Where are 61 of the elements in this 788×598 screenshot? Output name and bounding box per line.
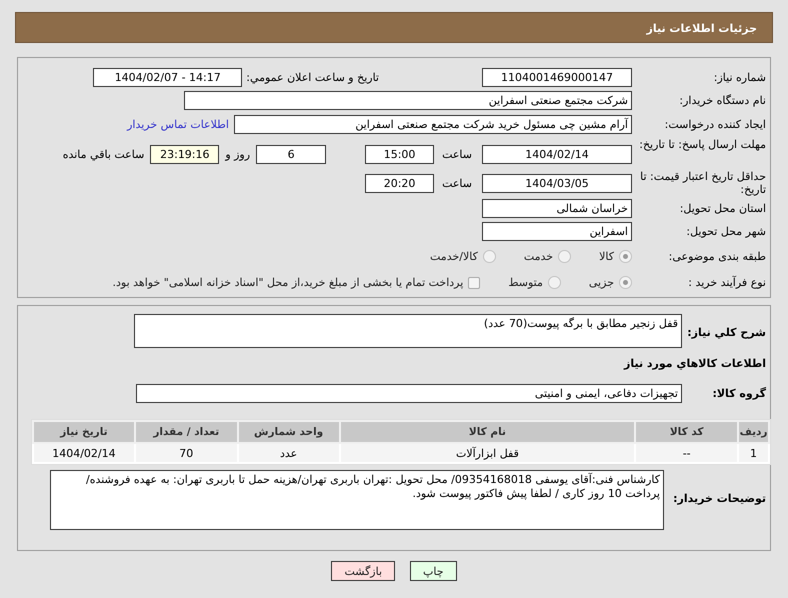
table-cell: 1 [738,443,769,463]
input-field[interactable]: 1404/02/14 [482,144,632,164]
field-label: شهر محل تحویل: [685,224,766,238]
option-label: کالا [599,250,614,262]
field-label: ساعت باقي مانده [62,148,144,160]
column-header: واحد شمارش [238,421,340,443]
input-field[interactable]: 20:20 [365,174,434,192]
input-field[interactable]: 1404/02/07 - 14:17 [93,68,242,86]
field-label: شماره نیاز: [712,70,766,84]
print-button[interactable]: چاپ [410,561,457,581]
field-label: طبقه بندی موضوعی: [668,250,766,262]
field-label: مهلت ارسال پاسخ: تا تاریخ: [638,138,766,151]
table-cell: -- [635,443,738,463]
page-title: جزئیات اطلاعات نیاز [646,22,757,35]
field-label: ساعت [442,148,472,160]
field-label: تاریخ و ساعت اعلان عمومي: [246,70,379,84]
column-header: تعداد / مقدار [134,421,238,443]
checkbox[interactable] [468,276,480,288]
radio-button[interactable] [482,250,496,262]
option-label: جزیی [588,276,614,289]
input-field[interactable]: آرام مشین چی مسئول خرید شرکت مجتمع صنعتی اسفراین [234,115,632,134]
radio-button[interactable] [619,250,632,262]
radio-button[interactable] [558,250,572,262]
column-header: ردیف [738,421,769,443]
input-field[interactable]: 23:19:16 [150,144,220,164]
checkbox-label: پرداخت تمام یا بخشی از مبلغ خرید،از محل "اسناد خزانه اسلامی" خواهد بود. [112,276,464,289]
input-field[interactable]: تجهیزات دفاعی، ایمنی و امنیتی [136,384,682,403]
table-cell: قفل ابزارآلات [340,443,636,463]
field-label: حداقل تاریخ اعتبار قیمت: تا تاریخ: [639,170,766,196]
input-field[interactable]: 1404/03/05 [482,174,632,192]
option-label: متوسط [508,276,543,289]
field-label: نام دستگاه خریدار: [678,94,766,106]
option-label: خدمت [524,250,554,262]
option-label: کالا/خدمت [430,250,478,262]
column-header: کد کالا [635,421,738,443]
field-label: توضیحات خریدار: [672,491,767,505]
contact-link[interactable]: اطلاعات تماس خریدار [127,118,229,131]
field-label: گروه کالا: [711,387,767,400]
text-area[interactable]: کارشناس فنی:آقای یوسفی 09354168018/ محل تحویل :تهران باربری تهران/هزینه حمل تا باربری تهران: به عهده فروشنده/ پرداخت 10 روز کاری / لطفا پیش فاکتور پیوست شود. [50,470,664,530]
table-cell: عدد [238,443,340,463]
table-cell: 70 [134,443,238,463]
input-field[interactable]: 6 [256,144,326,164]
input-field[interactable]: 15:00 [365,144,434,164]
section-heading: اطلاعات کالاهاي مورد نیاز [624,357,766,370]
column-header: نام کالا [340,421,636,443]
input-field[interactable]: خراسان شمالی [482,198,632,218]
input-field[interactable]: شرکت مجتمع صنعتی اسفراین [184,90,632,110]
text-area[interactable]: قفل زنجیر مطابق با برگه پیوست(70 عدد) [134,314,682,348]
field-label: نوع فرآیند خرید : [687,276,766,289]
table-cell: 1404/02/14 [33,443,135,463]
input-field[interactable]: 1104001469000147 [482,68,632,86]
field-label: ساعت [442,176,472,190]
back-button[interactable]: بازگشت [331,561,396,581]
column-header: تاریخ نیاز [33,421,135,443]
radio-button[interactable] [619,276,632,289]
field-label: استان محل تحویل: [678,202,766,214]
input-field[interactable]: اسفراین [482,222,632,240]
field-label: شرح کلي نیاز: [686,325,767,339]
field-label: ایجاد کننده درخواست: [664,118,766,131]
field-label: روز و [225,148,250,160]
radio-button[interactable] [548,276,561,289]
